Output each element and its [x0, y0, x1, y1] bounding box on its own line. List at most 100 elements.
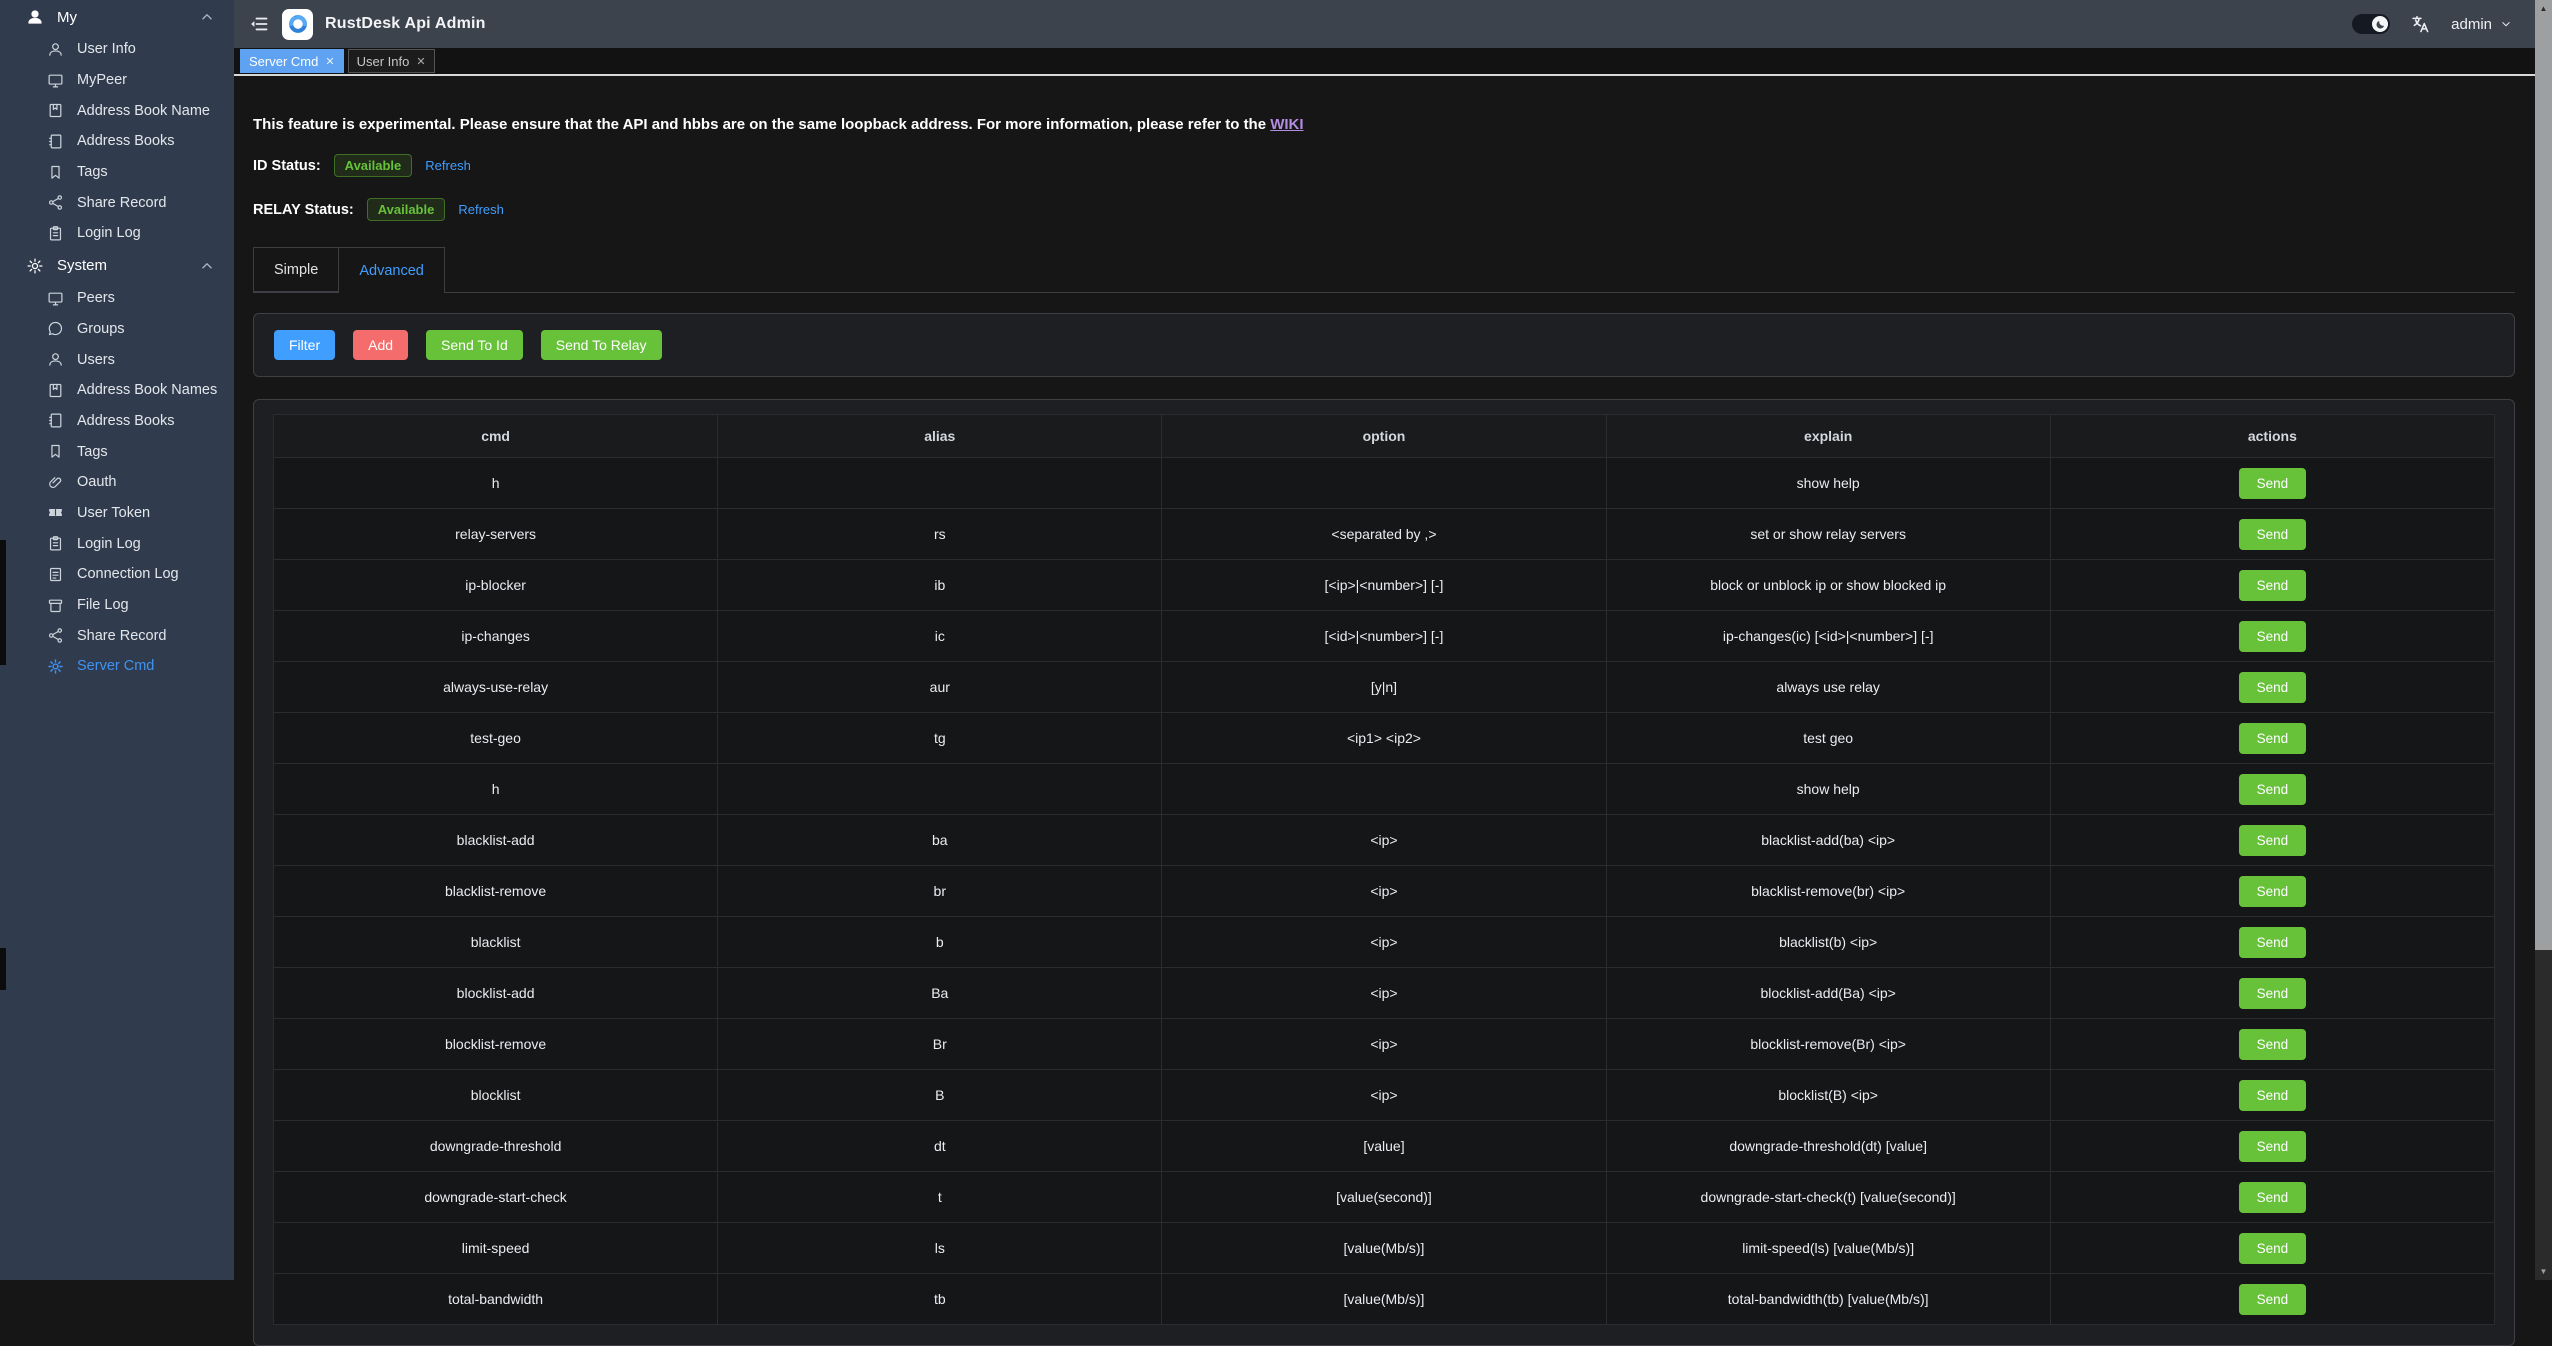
sidebar-item[interactable]: User Info: [0, 34, 234, 65]
cmd-cell: h: [274, 458, 718, 509]
chevron-up-icon[interactable]: [198, 8, 216, 26]
send-button[interactable]: Send: [2239, 825, 2307, 856]
close-tab-icon[interactable]: ✕: [325, 55, 334, 68]
sidebar-group-system-items: Peers Groups Users Address Book Names: [0, 283, 234, 682]
sidebar-item[interactable]: User Token: [0, 498, 234, 529]
option-cell: [<ip>|<number>] [-]: [1162, 560, 1606, 611]
tag-tab[interactable]: Server Cmd ✕: [240, 49, 344, 73]
send-button[interactable]: Send: [2239, 468, 2307, 499]
add-button[interactable]: Add: [353, 330, 408, 360]
user-menu[interactable]: admin: [2451, 16, 2513, 33]
sidebar-item[interactable]: Login Log: [0, 528, 234, 559]
send-button[interactable]: Send: [2239, 1080, 2307, 1111]
sidebar-group-header-system[interactable]: System: [0, 249, 234, 283]
send-to-relay-button[interactable]: Send To Relay: [541, 330, 662, 360]
tab-advanced[interactable]: Advanced: [338, 247, 445, 293]
sidebar-scrollbar-segment[interactable]: [0, 948, 6, 990]
sidebar-item[interactable]: Tags: [0, 157, 234, 188]
sidebar-item[interactable]: Users: [0, 344, 234, 375]
moon-icon: [2375, 19, 2386, 30]
option-cell: <ip1> <ip2>: [1162, 713, 1606, 764]
send-button[interactable]: Send: [2239, 927, 2307, 958]
sidebar-group-header-my[interactable]: My: [0, 0, 234, 34]
actions-cell: Send: [2050, 458, 2494, 509]
sidebar-group-label: System: [57, 257, 107, 274]
send-button[interactable]: Send: [2239, 774, 2307, 805]
cmd-cell: downgrade-threshold: [274, 1121, 718, 1172]
sidebar-item[interactable]: Server Cmd: [0, 651, 234, 682]
sidebar-item-icon: [47, 164, 64, 181]
send-button[interactable]: Send: [2239, 1029, 2307, 1060]
sidebar-item[interactable]: Address Book Names: [0, 375, 234, 406]
send-button[interactable]: Send: [2239, 723, 2307, 754]
sidebar-item-label: Address Book Name: [77, 103, 210, 119]
send-button[interactable]: Send: [2239, 519, 2307, 550]
send-button[interactable]: Send: [2239, 570, 2307, 601]
sidebar-item[interactable]: Groups: [0, 314, 234, 345]
explain-cell: block or unblock ip or show blocked ip: [1606, 560, 2050, 611]
table-row: blocklist-remove Br <ip> blocklist-remov…: [274, 1019, 2495, 1070]
sidebar-item-icon: [47, 658, 64, 675]
send-button[interactable]: Send: [2239, 876, 2307, 907]
alias-cell: b: [718, 917, 1162, 968]
scrollbar-thumb[interactable]: [2535, 16, 2552, 950]
sidebar-item-label: Tags: [77, 444, 108, 460]
table-row: always-use-relay aur [y|n] always use re…: [274, 662, 2495, 713]
send-button[interactable]: Send: [2239, 978, 2307, 1009]
actions-cell: Send: [2050, 968, 2494, 1019]
sidebar-item[interactable]: Share Record: [0, 620, 234, 651]
sidebar-item[interactable]: Share Record: [0, 187, 234, 218]
send-button[interactable]: Send: [2239, 672, 2307, 703]
id-status-refresh-link[interactable]: Refresh: [425, 158, 471, 173]
commands-table-card: cmd alias option explain actions h: [253, 399, 2515, 1346]
sidebar-item[interactable]: Connection Log: [0, 559, 234, 590]
sidebar-collapse-icon[interactable]: [249, 14, 269, 34]
sidebar-item[interactable]: Tags: [0, 436, 234, 467]
close-tab-icon[interactable]: ✕: [416, 55, 425, 68]
send-button[interactable]: Send: [2239, 1131, 2307, 1162]
explain-cell: always use relay: [1606, 662, 2050, 713]
wiki-link[interactable]: WIKI: [1270, 116, 1303, 133]
page-scrollbar[interactable]: ▲ ▼: [2535, 0, 2552, 1280]
sidebar-item[interactable]: Address Books: [0, 126, 234, 157]
send-to-id-button[interactable]: Send To Id: [426, 330, 523, 360]
send-button[interactable]: Send: [2239, 621, 2307, 652]
filter-button[interactable]: Filter: [274, 330, 335, 360]
column-header-cmd: cmd: [274, 415, 718, 458]
alias-cell: [718, 458, 1162, 509]
tab-simple[interactable]: Simple: [253, 247, 339, 292]
dark-mode-toggle[interactable]: [2352, 14, 2390, 34]
sidebar: My User Info MyPeer Address Book Name: [0, 0, 234, 1280]
table-row: limit-speed ls [value(Mb/s)] limit-speed…: [274, 1223, 2495, 1274]
alias-cell: Ba: [718, 968, 1162, 1019]
send-button[interactable]: Send: [2239, 1284, 2307, 1315]
sidebar-item[interactable]: Oauth: [0, 467, 234, 498]
relay-status-refresh-link[interactable]: Refresh: [458, 202, 504, 217]
option-cell: <separated by ,>: [1162, 509, 1606, 560]
scroll-down-arrow-icon[interactable]: ▼: [2535, 1264, 2552, 1278]
cmd-cell: limit-speed: [274, 1223, 718, 1274]
sidebar-item[interactable]: Login Log: [0, 218, 234, 249]
main-content: This feature is experimental. Please ens…: [234, 76, 2535, 1280]
send-button[interactable]: Send: [2239, 1182, 2307, 1213]
sidebar-item[interactable]: Peers: [0, 283, 234, 314]
option-cell: [<id>|<number>] [-]: [1162, 611, 1606, 662]
sidebar-item[interactable]: MyPeer: [0, 65, 234, 96]
sidebar-item-label: Address Books: [77, 133, 175, 149]
column-header-option: option: [1162, 415, 1606, 458]
sidebar-item[interactable]: File Log: [0, 590, 234, 621]
sidebar-scrollbar-segment[interactable]: [0, 540, 6, 665]
sidebar-item[interactable]: Address Books: [0, 406, 234, 437]
scroll-up-arrow-icon[interactable]: ▲: [2535, 0, 2552, 16]
translate-icon[interactable]: [2410, 14, 2431, 35]
tag-tab[interactable]: User Info ✕: [348, 49, 435, 73]
send-button[interactable]: Send: [2239, 1233, 2307, 1264]
app-title: RustDesk Api Admin: [325, 15, 486, 33]
actions-cell: Send: [2050, 509, 2494, 560]
sidebar-item-icon: [47, 627, 64, 644]
toggle-knob: [2372, 16, 2388, 32]
sidebar-item-icon: [47, 351, 64, 368]
sidebar-item[interactable]: Address Book Name: [0, 95, 234, 126]
actions-cell: Send: [2050, 1121, 2494, 1172]
chevron-up-icon[interactable]: [198, 257, 216, 275]
